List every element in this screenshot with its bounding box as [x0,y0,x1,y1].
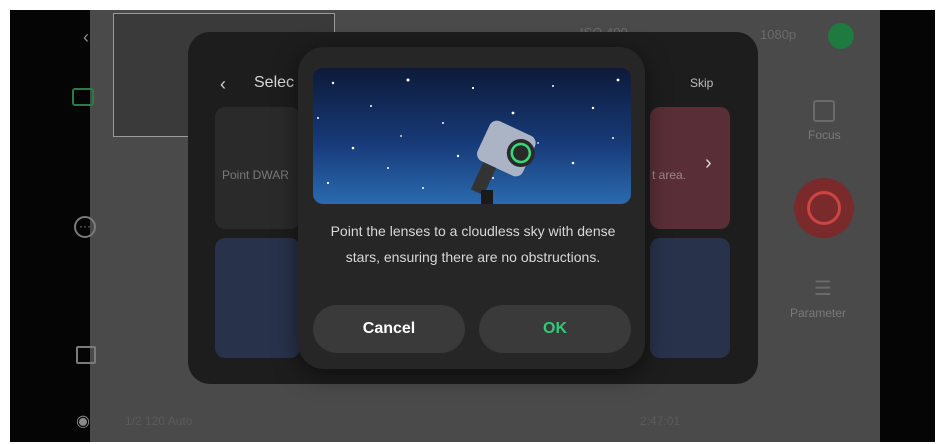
focus-icon[interactable] [813,100,835,122]
chevron-right-icon[interactable]: › [705,152,712,175]
gallery-mode-icon[interactable] [72,88,94,106]
mode-card[interactable] [650,238,730,358]
right-toolbar [880,10,935,442]
focus-label[interactable]: Focus [808,128,841,142]
card-caption: t area. [652,168,687,182]
card-caption: Point DWAR [222,168,289,182]
shutter-inner-ring [807,191,841,225]
ok-button[interactable]: OK [479,305,631,353]
eye-icon[interactable]: ◉ [76,414,90,430]
skip-button[interactable]: Skip [690,76,713,90]
image-icon[interactable] [76,346,96,364]
panel-title: Selec [254,74,295,91]
dialog-message: Point the lenses to a cloudless sky with… [330,223,616,265]
mode-card[interactable] [215,238,300,358]
record-status-dot[interactable] [828,23,854,49]
bottom-status-right: 2:47:01 [640,414,681,428]
more-options-icon[interactable]: ··· [74,216,96,238]
chevron-left-icon[interactable]: ‹ [220,74,226,95]
bottom-status-left: 1/2 120 Auto [125,414,193,428]
parameter-sliders-icon[interactable]: ☰ [814,276,832,301]
cancel-button[interactable]: Cancel [313,305,465,353]
star-sky-svg [317,78,620,204]
back-arrow-icon[interactable]: ‹ [83,28,89,46]
resolution-label[interactable]: 1080p [760,27,796,42]
parameter-label[interactable]: Parameter [790,306,846,320]
night-sky-illustration [313,68,631,204]
